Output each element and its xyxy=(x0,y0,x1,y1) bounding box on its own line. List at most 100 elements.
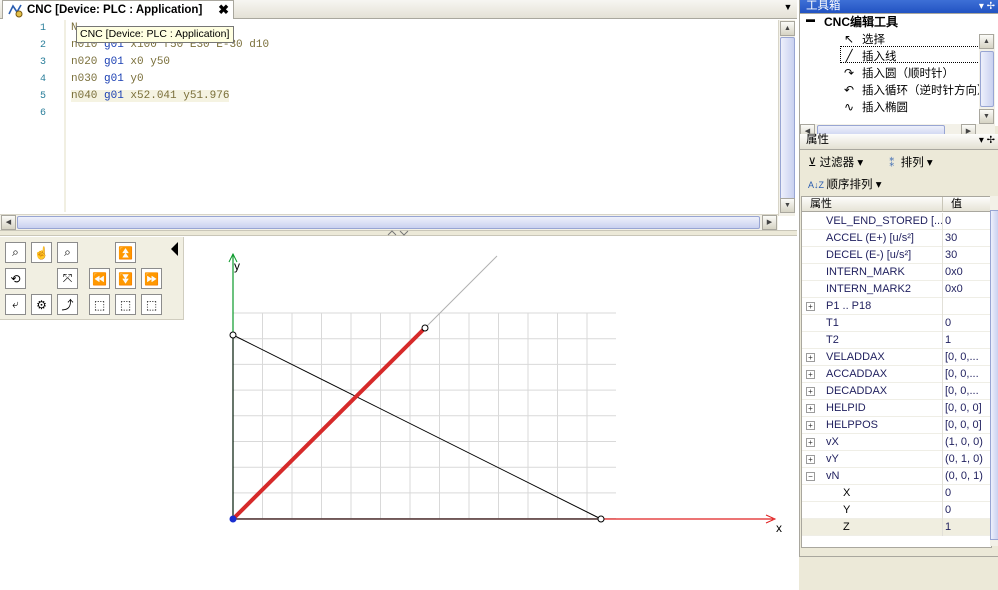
property-value[interactable]: [0, 0, 0] xyxy=(945,419,982,431)
property-row[interactable]: + P1 .. P18 xyxy=(802,298,991,315)
toolbox-vertical-scrollbar[interactable]: ▲ ▼ xyxy=(979,34,995,140)
scroll-up-icon[interactable]: ▲ xyxy=(780,21,795,36)
property-row[interactable]: T2 1 xyxy=(802,332,991,349)
property-value[interactable]: 30 xyxy=(945,249,957,261)
property-value[interactable]: 30 xyxy=(945,232,957,244)
toolbox-item[interactable]: ╱ 插入线 xyxy=(840,48,896,64)
zoom-out-icon[interactable]: ⌕ xyxy=(57,242,78,263)
step-forward-icon[interactable]: ⏩ xyxy=(141,268,162,289)
toolbox-group-cnc[interactable]: CNC编辑工具 xyxy=(824,13,898,30)
expand-icon[interactable]: + xyxy=(806,302,815,311)
expand-icon[interactable]: + xyxy=(806,353,815,362)
property-row[interactable]: + HELPPOS [0, 0, 0] xyxy=(802,417,991,434)
scroll-thumb[interactable] xyxy=(980,51,994,107)
property-value[interactable]: 0x0 xyxy=(945,283,963,295)
property-row[interactable]: INTERN_MARK2 0x0 xyxy=(802,281,991,298)
code-line[interactable]: n020 g01 x0 y50 xyxy=(71,56,170,68)
scroll-down-icon[interactable]: ▼ xyxy=(780,198,795,213)
editor-horizontal-scrollbar[interactable]: ◀ ▶ xyxy=(0,214,778,230)
tool-icon[interactable]: ⚙ xyxy=(31,294,52,315)
property-value[interactable]: [0, 0,... xyxy=(945,351,979,363)
view-xz-icon[interactable]: ⬚ xyxy=(115,294,136,315)
property-value[interactable]: [0, 0, 0] xyxy=(945,402,982,414)
column-header-property[interactable]: 属性 xyxy=(802,197,943,212)
property-subrow[interactable]: Z1 xyxy=(802,519,991,536)
collapse-group-icon[interactable]: ▬ xyxy=(806,14,815,24)
expand-icon[interactable]: + xyxy=(806,404,815,413)
property-row[interactable]: − vN (0, 0, 1) xyxy=(802,468,991,485)
tab-cnc-editor[interactable]: CNC [Device: PLC : Application] ✖ xyxy=(2,0,234,19)
property-row[interactable]: + ACCADDAX [0, 0,... xyxy=(802,366,991,383)
order-button[interactable]: A↓Z 顺序排列 ▾ xyxy=(808,176,881,192)
view-xy-icon[interactable]: ⬚ xyxy=(89,294,110,315)
toolbox-item[interactable]: ↖ 选择 xyxy=(840,31,885,47)
expand-icon[interactable]: + xyxy=(806,387,815,396)
collapse-icon[interactable]: − xyxy=(806,472,815,481)
expand-icon[interactable]: + xyxy=(806,421,815,430)
code-line[interactable]: n030 g01 y0 xyxy=(71,73,144,85)
property-grid-scrollbar[interactable] xyxy=(990,196,998,546)
toolbox-item[interactable]: ↶ 插入循环（逆时针方向） xyxy=(840,82,989,98)
scroll-up-icon[interactable]: ▲ xyxy=(979,34,994,49)
sort-button[interactable]: ⁑ 排列 ▾ xyxy=(886,154,933,170)
expand-icon[interactable]: + xyxy=(806,455,815,464)
property-subrow[interactable]: Y0 xyxy=(802,502,991,519)
scroll-right-icon[interactable]: ▶ xyxy=(762,215,777,230)
tab-list-dropdown-icon[interactable]: ▼ xyxy=(781,2,795,16)
scroll-thumb[interactable] xyxy=(780,37,795,212)
property-value[interactable]: 1 xyxy=(945,521,951,533)
view-yz-icon[interactable]: ⬚ xyxy=(141,294,162,315)
property-value[interactable]: 0 xyxy=(945,504,951,516)
close-tab-icon[interactable]: ✖ xyxy=(218,2,229,18)
property-row[interactable]: DECEL (E-) [u/s²] 30 xyxy=(802,247,991,264)
property-row[interactable]: + vY (0, 1, 0) xyxy=(802,451,991,468)
property-row[interactable]: ACCEL (E+) [u/s²] 30 xyxy=(802,230,991,247)
property-row[interactable]: INTERN_MARK 0x0 xyxy=(802,264,991,281)
scroll-left-icon[interactable]: ◀ xyxy=(1,215,16,230)
property-value[interactable]: 0 xyxy=(945,317,951,329)
step-up-icon[interactable]: ⏫ xyxy=(115,242,136,263)
zoom-in-icon[interactable]: ⌕ xyxy=(5,242,26,263)
pan-icon[interactable]: ☝ xyxy=(31,242,52,263)
move-icon[interactable]: ⤧ xyxy=(57,268,78,289)
property-row[interactable]: T1 0 xyxy=(802,315,991,332)
editor-vertical-scrollbar[interactable]: ▲ ▼ xyxy=(778,20,795,216)
expand-icon[interactable]: + xyxy=(806,370,815,379)
property-value[interactable]: [0, 0,... xyxy=(945,385,979,397)
toolbox-item[interactable]: ↷ 插入圆（顺时针） xyxy=(840,65,954,81)
rotate-icon[interactable]: ⟲ xyxy=(5,268,26,289)
property-value[interactable]: [0, 0,... xyxy=(945,368,979,380)
property-value[interactable]: 1 xyxy=(945,334,951,346)
property-row[interactable]: + vX (1, 0, 0) xyxy=(802,434,991,451)
property-value[interactable]: (0, 1, 0) xyxy=(945,453,983,465)
column-divider xyxy=(942,400,943,417)
column-header-value[interactable]: 值 xyxy=(943,197,991,212)
path-icon[interactable]: ⤶ xyxy=(5,294,26,315)
property-value[interactable]: (0, 0, 1) xyxy=(945,470,983,482)
expand-icon[interactable]: + xyxy=(806,438,815,447)
property-value[interactable]: 0x0 xyxy=(945,266,963,278)
scroll-thumb[interactable] xyxy=(17,216,760,229)
step-back-icon[interactable]: ⏪ xyxy=(89,268,110,289)
curve-icon[interactable]: ⤴ xyxy=(57,294,78,315)
property-subrow[interactable]: X0 xyxy=(802,485,991,502)
pin-icon[interactable]: ▾ ✢ xyxy=(979,134,995,147)
toolbox-header[interactable]: 工具箱 ▾ ✢ xyxy=(800,0,998,14)
properties-header[interactable]: 属性 ▾ ✢ xyxy=(800,134,998,150)
scroll-thumb[interactable] xyxy=(990,210,998,540)
code-line[interactable]: n040 g01 x52.041 y51.976 xyxy=(71,90,230,102)
scroll-down-icon[interactable]: ▼ xyxy=(979,109,994,124)
toolbox-item[interactable]: ∿ 插入椭圆 xyxy=(840,99,908,115)
step-down-icon[interactable]: ⏬ xyxy=(115,268,136,289)
collapse-toolbar-icon[interactable] xyxy=(171,242,178,256)
property-value[interactable]: 0 xyxy=(945,487,951,499)
property-row[interactable]: + VELADDAX [0, 0,... xyxy=(802,349,991,366)
property-row[interactable]: + DECADDAX [0, 0,... xyxy=(802,383,991,400)
property-grid[interactable]: 属性 值 VEL_END_STORED [... 0 ACCEL (E+) [u/s… xyxy=(801,196,992,548)
property-value[interactable]: 0 xyxy=(945,215,951,227)
property-value[interactable]: (1, 0, 0) xyxy=(945,436,983,448)
property-row[interactable]: VEL_END_STORED [... 0 xyxy=(802,213,991,230)
pin-icon[interactable]: ▾ ✢ xyxy=(979,0,995,13)
filter-button[interactable]: ⊻ 过滤器 ▾ xyxy=(808,154,863,170)
property-row[interactable]: + HELPID [0, 0, 0] xyxy=(802,400,991,417)
